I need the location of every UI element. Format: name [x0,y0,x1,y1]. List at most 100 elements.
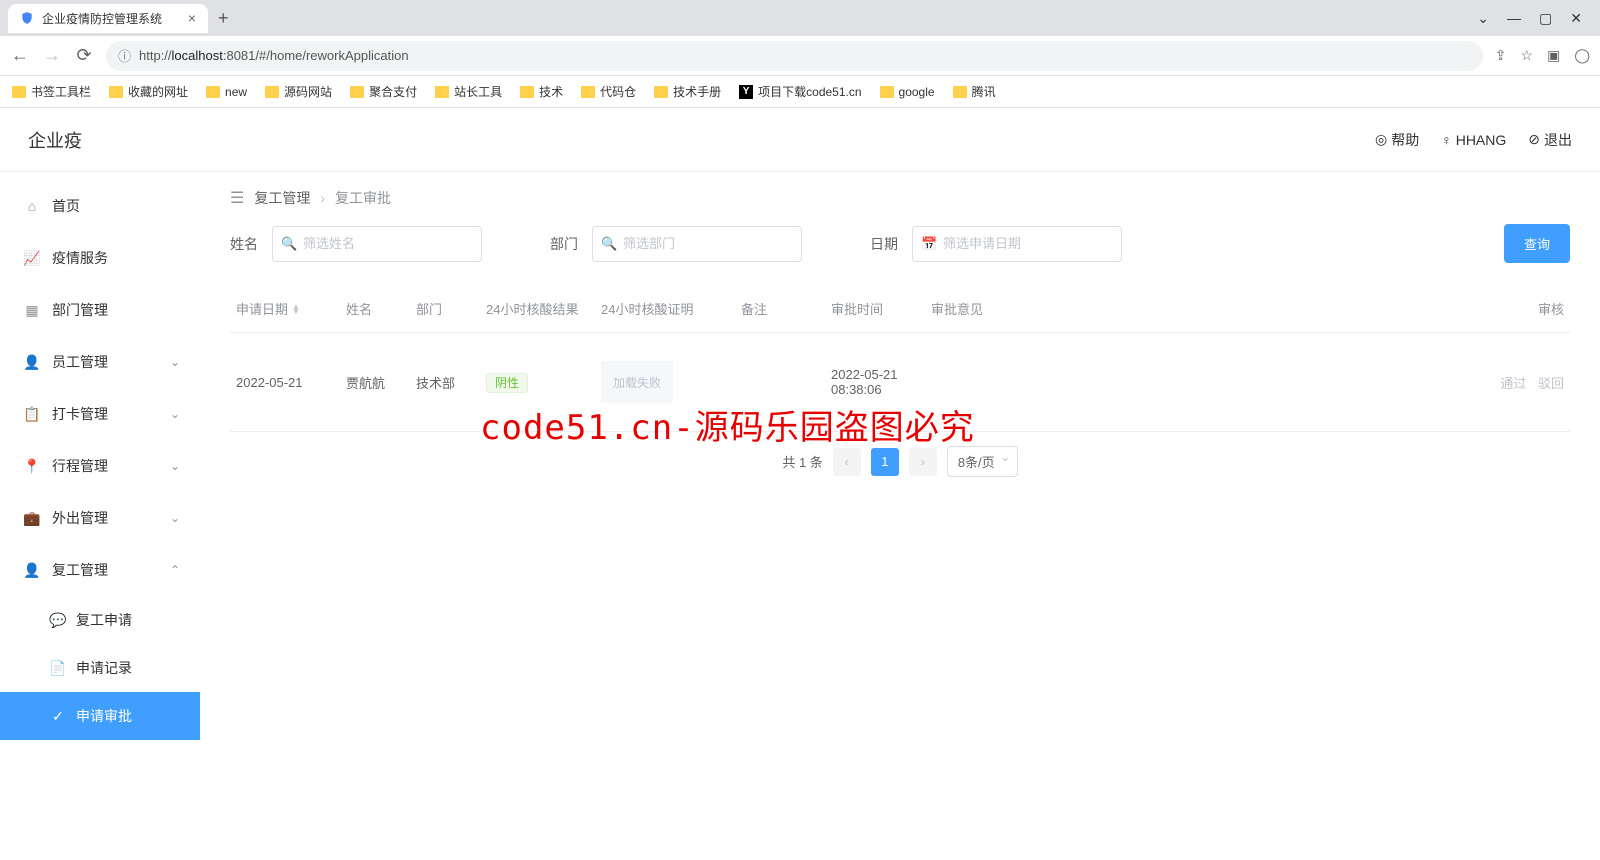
bookmark-item[interactable]: new [206,85,247,99]
app-header: 企业疫 ◎帮助 ♀HHANG ⊘退出 [0,108,1600,172]
grid-icon: ▦ [24,302,40,319]
chart-icon: 📈 [24,250,40,267]
bookmark-item[interactable]: 收藏的网址 [109,83,188,100]
bookmark-item[interactable]: 代码仓 [581,83,636,100]
name-input[interactable] [272,226,482,262]
table-row: 2022-05-21 贾航航 技术部 阴性 加载失败 2022-05-21 08… [230,333,1570,432]
share-icon[interactable]: ⇪ [1495,47,1507,64]
extensions-icon[interactable]: ▣ [1547,47,1560,64]
search-icon: 🔍 [281,236,297,252]
sidebar-item-rework[interactable]: 👤复工管理⌃ [0,544,200,596]
minimize-icon[interactable]: — [1507,10,1521,27]
pagination: 共 1 条 ‹ 1 › 8条/页 [230,446,1570,477]
total-count: 共 1 条 [782,452,822,471]
sidebar-item-epidemic[interactable]: 📈疫情服务 [0,232,200,284]
prev-page-button[interactable]: ‹ [833,448,861,476]
calendar-icon: 📅 [921,236,937,252]
next-page-button[interactable]: › [909,448,937,476]
user-icon: 👤 [24,354,40,371]
image-load-fail: 加载失败 [601,361,673,403]
star-icon[interactable]: ☆ [1521,47,1534,64]
sidebar-item-employee[interactable]: 👤员工管理⌄ [0,336,200,388]
cell-result: 阴性 [480,374,595,391]
table-header: 申请日期▲▼ 姓名 部门 24小时核酸结果 24小时核酸证明 备注 审批时间 审… [230,285,1570,333]
tab-title: 企业疫情防控管理系统 [42,10,162,27]
shield-icon [20,11,34,25]
help-icon: ◎ [1375,131,1387,148]
home-icon: ⌂ [24,198,40,214]
folder-icon [581,86,595,98]
new-tab-button[interactable]: + [218,8,229,29]
th-date[interactable]: 申请日期▲▼ [230,299,340,318]
breadcrumb-item[interactable]: 复工管理 [254,188,310,208]
sidebar-item-department[interactable]: ▦部门管理 [0,284,200,336]
search-button[interactable]: 查询 [1504,224,1570,263]
profile-icon[interactable]: ◯ [1574,47,1590,64]
chevron-down-icon[interactable]: ⌄ [1477,10,1489,27]
name-label: 姓名 [230,234,258,254]
bookmark-item[interactable]: google [880,85,935,99]
bookmark-item[interactable]: 书签工具栏 [12,83,91,100]
menu-toggle-icon[interactable]: ☰ [230,188,244,208]
th-result: 24小时核酸结果 [480,299,595,318]
folder-icon [350,86,364,98]
close-icon[interactable]: × [188,10,196,26]
tab-bar: 企业疫情防控管理系统 × + ⌄ — ▢ ✕ [0,0,1600,36]
breadcrumb-current: 复工审批 [335,188,391,208]
dept-label: 部门 [550,234,578,254]
bookmark-item[interactable]: 技术手册 [654,83,721,100]
user-menu[interactable]: ♀HHANG [1441,132,1506,148]
folder-icon [435,86,449,98]
url-text: http://localhost:8081/#/home/reworkAppli… [139,48,409,63]
bookmark-item[interactable]: 站长工具 [435,83,502,100]
bookmark-item[interactable]: 聚合支付 [350,83,417,100]
breadcrumb: ☰ 复工管理 › 复工审批 [230,172,1570,224]
chevron-up-icon: ⌃ [170,563,180,577]
bookmark-item[interactable]: Y项目下载code51.cn [739,83,861,100]
cell-proof: 加载失败 [595,361,735,403]
sidebar-sub-apply[interactable]: 💬复工申请 [0,596,200,644]
info-icon[interactable]: ⓘ [118,46,131,65]
chat-icon: 💬 [50,612,66,629]
approve-button[interactable]: 通过 [1500,376,1526,391]
th-time: 审批时间 [825,299,925,318]
cell-action: 通过 驳回 [1470,373,1570,392]
page-number[interactable]: 1 [871,448,899,476]
dept-input[interactable] [592,226,802,262]
bookmark-item[interactable]: 源码网站 [265,83,332,100]
browser-tab[interactable]: 企业疫情防控管理系统 × [8,4,208,33]
folder-icon [953,86,967,98]
forward-button[interactable]: → [42,45,62,66]
page-size-select[interactable]: 8条/页 [947,446,1018,477]
address-bar: ← → ⟳ ⓘ http://localhost:8081/#/home/rew… [0,36,1600,76]
cell-name: 贾航航 [340,373,410,392]
sort-icon: ▲▼ [292,304,300,314]
sidebar-item-outgoing[interactable]: 💼外出管理⌄ [0,492,200,544]
doc-icon: 📄 [50,660,66,677]
sidebar-item-home[interactable]: ⌂首页 [0,180,200,232]
help-button[interactable]: ◎帮助 [1375,130,1419,150]
reload-button[interactable]: ⟳ [74,45,94,66]
url-input[interactable]: ⓘ http://localhost:8081/#/home/reworkApp… [106,41,1483,71]
date-input[interactable] [912,226,1122,262]
maximize-icon[interactable]: ▢ [1539,10,1552,27]
date-label: 日期 [870,234,898,254]
sidebar-item-checkin[interactable]: 📋打卡管理⌄ [0,388,200,440]
th-opinion: 审批意见 [925,299,1470,318]
back-button[interactable]: ← [10,45,30,66]
reject-button[interactable]: 驳回 [1538,376,1564,391]
bookmarks-bar: 书签工具栏 收藏的网址 new 源码网站 聚合支付 站长工具 技术 代码仓 技术… [0,76,1600,108]
sidebar-sub-approval[interactable]: ✓申请审批 [0,692,200,740]
bookmark-item[interactable]: 腾讯 [953,83,996,100]
sidebar-sub-record[interactable]: 📄申请记录 [0,644,200,692]
chevron-right-icon: › [320,190,325,206]
cell-time: 2022-05-21 08:38:06 [825,367,925,397]
folder-icon [880,86,894,98]
logout-button[interactable]: ⊘退出 [1528,130,1572,150]
status-badge: 阴性 [486,373,528,393]
chevron-down-icon: ⌄ [170,407,180,421]
check-icon: ✓ [50,708,66,725]
bookmark-item[interactable]: 技术 [520,83,563,100]
close-window-icon[interactable]: ✕ [1570,10,1582,27]
sidebar-item-trip[interactable]: 📍行程管理⌄ [0,440,200,492]
